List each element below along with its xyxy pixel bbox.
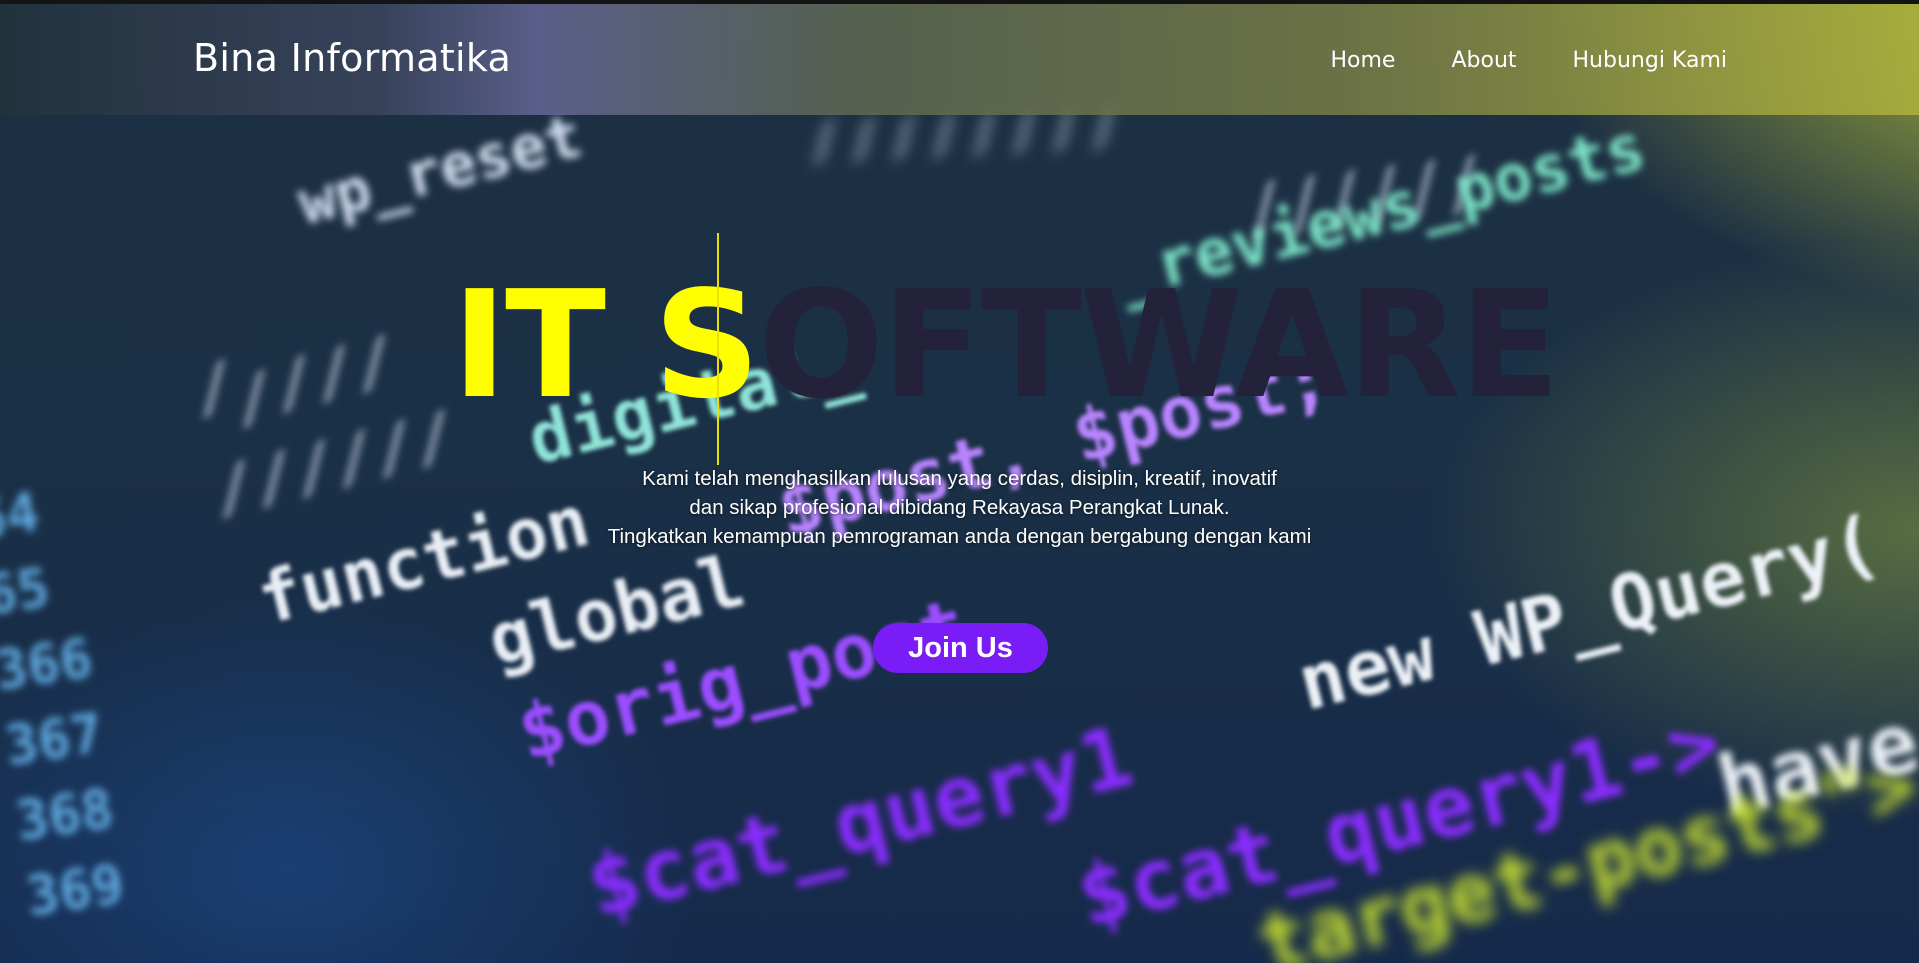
hero-title-highlight: IT S xyxy=(452,259,760,431)
nav-link-hubungi-kami[interactable]: Hubungi Kami xyxy=(1573,48,1727,73)
hero-title: IT SOFTWARE xyxy=(452,270,1560,420)
typing-cursor xyxy=(717,233,719,465)
join-us-button[interactable]: Join Us xyxy=(873,623,1048,673)
nav-menu: Home About Hubungi Kami xyxy=(1331,48,1728,73)
tagline-line: Tingkatkan kemampuan pemrograman anda de… xyxy=(607,525,1312,548)
hero-tagline: Kami telah menghasilkan lulusan yang cer… xyxy=(0,464,1919,551)
nav-link-about[interactable]: About xyxy=(1451,48,1516,73)
tagline-line: Kami telah menghasilkan lulusan yang cer… xyxy=(642,467,1277,490)
brand-logo-text[interactable]: Bina Informatika xyxy=(193,36,511,80)
background-code-line: wp_reset xyxy=(291,101,589,239)
background-line-numbers: 236465366367368369 xyxy=(0,410,128,929)
hero-title-rest: OFTWARE xyxy=(758,259,1560,431)
tagline-line: dan sikap profesional dibidang Rekayasa … xyxy=(689,496,1230,519)
top-navbar: Bina Informatika Home About Hubungi Kami xyxy=(0,0,1919,115)
nav-link-home[interactable]: Home xyxy=(1331,48,1396,73)
